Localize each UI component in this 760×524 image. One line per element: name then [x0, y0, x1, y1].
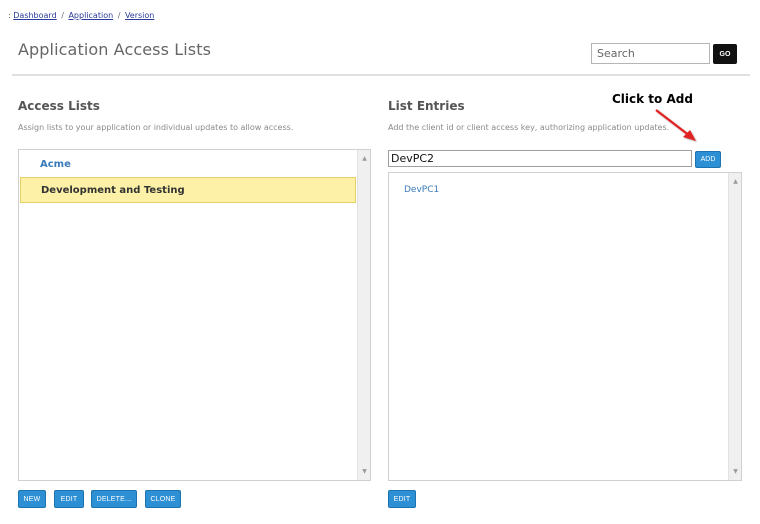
breadcrumb-separator: / — [61, 11, 64, 20]
breadcrumb-link-dashboard[interactable]: Dashboard — [13, 11, 56, 20]
edit-entries-button[interactable]: EDIT — [388, 490, 416, 508]
access-lists-scrollbar[interactable]: ▲ ▼ — [357, 150, 370, 480]
new-list-button[interactable]: NEW — [18, 490, 46, 508]
list-entries-title: List Entries — [388, 99, 465, 113]
click-to-add-callout: Click to Add — [612, 92, 693, 106]
red-arrow-icon — [655, 109, 696, 141]
list-entry-input[interactable] — [388, 150, 692, 167]
access-list-item-acme[interactable]: Acme — [20, 151, 356, 177]
clone-list-button[interactable]: CLONE — [145, 490, 181, 508]
scroll-down-arrow-icon[interactable]: ▼ — [358, 465, 371, 478]
list-entries-panel: DevPC1 ▲ ▼ — [388, 172, 742, 481]
scroll-down-arrow-icon[interactable]: ▼ — [729, 465, 742, 478]
delete-list-button[interactable]: DELETE... — [91, 490, 137, 508]
breadcrumb-link-version[interactable]: Version — [125, 11, 154, 20]
access-list-item-development-and-testing[interactable]: Development and Testing — [20, 177, 356, 203]
header-divider — [12, 74, 750, 76]
access-lists-description: Assign lists to your application or indi… — [18, 123, 294, 132]
list-entry-item[interactable]: DevPC1 — [404, 185, 439, 195]
scroll-up-arrow-icon[interactable]: ▲ — [729, 175, 742, 188]
breadcrumb-prefix: : — [8, 11, 11, 20]
access-lists-title: Access Lists — [18, 99, 100, 113]
breadcrumb: : Dashboard / Application / Version — [8, 11, 154, 20]
list-entries-scrollbar[interactable]: ▲ ▼ — [728, 173, 741, 480]
search-input[interactable] — [591, 43, 710, 64]
list-entries-description: Add the client id or client access key, … — [388, 123, 670, 132]
access-lists-panel: Acme Development and Testing ▲ ▼ — [18, 149, 371, 481]
edit-list-button[interactable]: EDIT — [54, 490, 84, 508]
breadcrumb-link-application[interactable]: Application — [68, 11, 113, 20]
scroll-up-arrow-icon[interactable]: ▲ — [358, 152, 371, 165]
add-entry-button[interactable]: ADD — [695, 151, 721, 168]
search-go-button[interactable]: GO — [713, 44, 737, 64]
page-title: Application Access Lists — [18, 40, 212, 59]
breadcrumb-separator: / — [117, 11, 121, 20]
